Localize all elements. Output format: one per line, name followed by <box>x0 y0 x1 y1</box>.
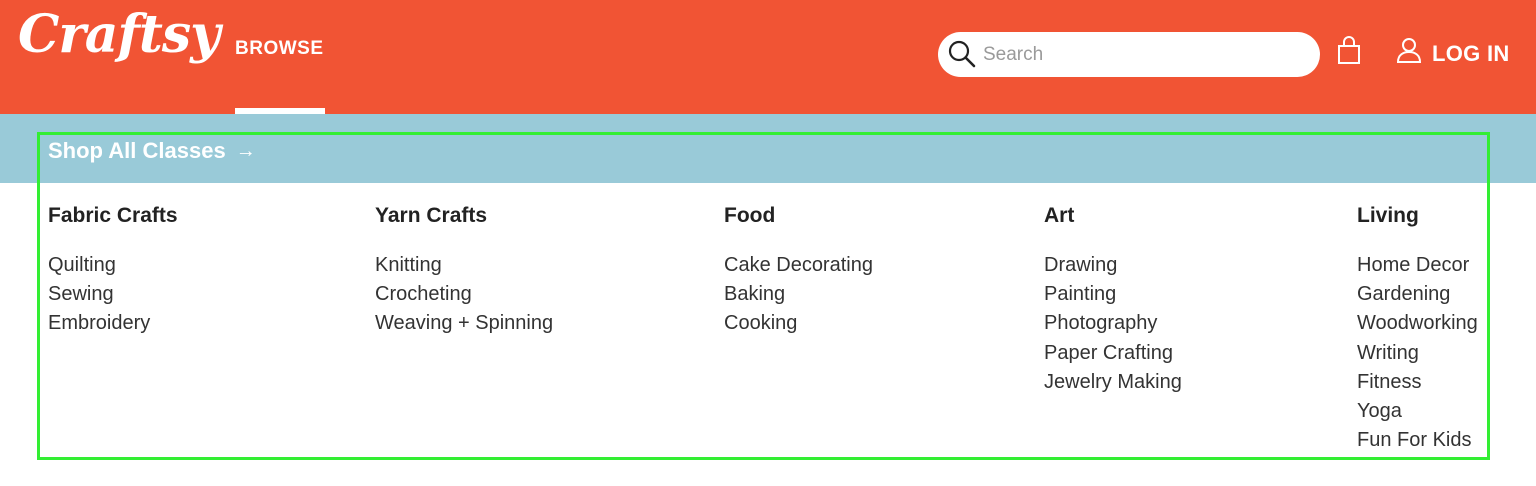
category-link-paper-crafting[interactable]: Paper Crafting <box>1044 339 1182 368</box>
category-link-home-decor[interactable]: Home Decor <box>1357 251 1478 280</box>
browse-nav-item[interactable]: BROWSE <box>235 0 325 114</box>
category-link-quilting[interactable]: Quilting <box>48 251 178 280</box>
shop-all-label: Shop All Classes <box>48 138 226 163</box>
craftsy-logo[interactable]: Craftsy <box>18 4 220 65</box>
category-link-weaving-spinning[interactable]: Weaving + Spinning <box>375 309 553 338</box>
category-link-crocheting[interactable]: Crocheting <box>375 280 553 309</box>
category-link-painting[interactable]: Painting <box>1044 280 1182 309</box>
category-link-photography[interactable]: Photography <box>1044 309 1182 338</box>
category-link-fun-for-kids[interactable]: Fun For Kids <box>1357 426 1478 455</box>
category-link-cake-decorating[interactable]: Cake Decorating <box>724 251 873 280</box>
category-column-fabric-crafts: Fabric Crafts Quilting Sewing Embroidery <box>48 204 178 339</box>
category-link-yoga[interactable]: Yoga <box>1357 397 1478 426</box>
category-column-living: Living Home Decor Gardening Woodworking … <box>1357 204 1478 455</box>
search-input[interactable] <box>983 38 1303 71</box>
category-link-cooking[interactable]: Cooking <box>724 309 873 338</box>
category-heading: Food <box>724 204 776 227</box>
top-nav-bar: Craftsy BROWSE LOG IN <box>0 0 1536 114</box>
search-icon <box>948 40 976 68</box>
search-box[interactable] <box>938 32 1320 77</box>
category-link-writing[interactable]: Writing <box>1357 339 1478 368</box>
category-heading: Yarn Crafts <box>375 204 488 227</box>
category-link-drawing[interactable]: Drawing <box>1044 251 1182 280</box>
shopping-bag-icon[interactable] <box>1336 36 1362 66</box>
category-column-food: Food Cake Decorating Baking Cooking <box>724 204 873 339</box>
category-link-fitness[interactable]: Fitness <box>1357 368 1478 397</box>
arrow-right-icon: → <box>235 140 256 162</box>
shop-all-classes-link[interactable]: Shop All Classes → <box>48 138 256 164</box>
category-column-yarn-crafts: Yarn Crafts Knitting Crocheting Weaving … <box>375 204 553 339</box>
browse-label: BROWSE <box>235 38 324 59</box>
category-link-knitting[interactable]: Knitting <box>375 251 553 280</box>
login-label: LOG IN <box>1432 41 1510 66</box>
category-column-art: Art Drawing Painting Photography Paper C… <box>1044 204 1182 397</box>
category-link-sewing[interactable]: Sewing <box>48 280 178 309</box>
category-link-embroidery[interactable]: Embroidery <box>48 309 178 338</box>
shop-all-bar: Shop All Classes → <box>0 114 1536 183</box>
category-heading: Art <box>1044 204 1075 227</box>
user-icon <box>1396 38 1422 63</box>
category-link-woodworking[interactable]: Woodworking <box>1357 309 1478 338</box>
category-link-gardening[interactable]: Gardening <box>1357 280 1478 309</box>
category-link-baking[interactable]: Baking <box>724 280 873 309</box>
category-heading: Living <box>1357 204 1419 227</box>
category-heading: Fabric Crafts <box>48 204 178 227</box>
category-link-jewelry-making[interactable]: Jewelry Making <box>1044 368 1182 397</box>
